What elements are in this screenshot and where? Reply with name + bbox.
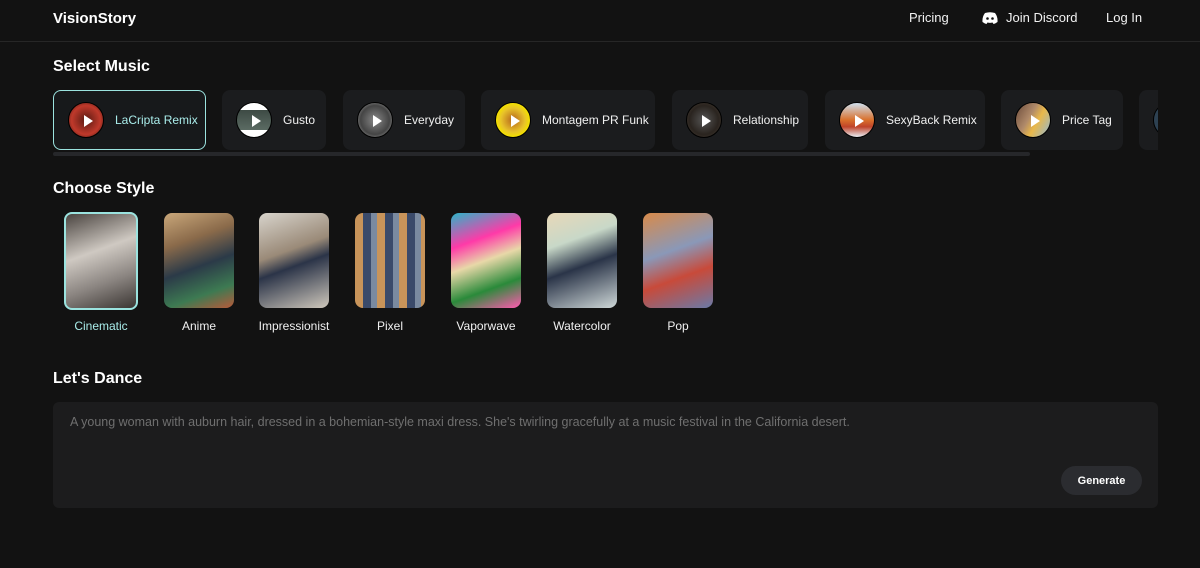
music-label: Price Tag (1062, 113, 1112, 127)
style-label: Cinematic (74, 319, 128, 333)
choose-style-heading: Choose Style (53, 180, 155, 197)
style-anime[interactable]: Anime (164, 213, 234, 333)
login-link[interactable]: Log In (1106, 10, 1142, 25)
style-impressionist[interactable]: Impressionist (259, 213, 329, 333)
music-label: SexyBack Remix (886, 113, 977, 127)
style-label: Pop (667, 319, 689, 333)
top-nav: VisionStory Pricing Join Discord Log In (0, 0, 1200, 42)
pricing-label: Pricing (909, 10, 949, 25)
play-icon (68, 102, 104, 138)
music-label: LaCripta Remix (115, 113, 198, 127)
music-scrollbar[interactable] (53, 152, 1030, 156)
style-cinematic[interactable]: Cinematic (64, 212, 138, 333)
discord-icon (982, 11, 998, 24)
play-icon (839, 102, 875, 138)
logo[interactable]: VisionStory (53, 10, 136, 27)
play-icon (1015, 102, 1051, 138)
music-label: Relationship (733, 113, 800, 127)
join-discord-link[interactable]: Join Discord (982, 10, 1078, 25)
prompt-input[interactable]: A young woman with auburn hair, dressed … (53, 402, 1158, 508)
play-icon (495, 102, 531, 138)
music-card-relationship[interactable]: Relationship (672, 90, 808, 150)
style-watercolor[interactable]: Watercolor (547, 213, 617, 333)
style-label: Impressionist (258, 319, 330, 333)
music-card-more[interactable] (1139, 90, 1158, 150)
style-thumbnail (259, 213, 329, 308)
play-icon (357, 102, 393, 138)
style-pop[interactable]: Pop (643, 213, 713, 333)
music-card-sexyback[interactable]: SexyBack Remix (825, 90, 985, 150)
music-card-lacripta[interactable]: LaCripta Remix (53, 90, 206, 150)
music-card-price-tag[interactable]: Price Tag (1001, 90, 1123, 150)
music-label: Gusto (283, 113, 316, 127)
style-thumbnail (355, 213, 425, 308)
style-label: Pixel (376, 319, 403, 333)
play-icon (686, 102, 722, 138)
style-pixel[interactable]: Pixel (355, 213, 425, 333)
music-list: LaCripta Remix Gusto Everyday Montagem P… (53, 90, 1158, 150)
music-card-gusto[interactable]: Gusto (222, 90, 326, 150)
music-card-everyday[interactable]: Everyday (343, 90, 465, 150)
style-thumbnail (547, 213, 617, 308)
lets-dance-heading: Let's Dance (53, 370, 143, 387)
discord-label: Join Discord (1006, 10, 1078, 25)
style-thumbnail (164, 213, 234, 308)
music-label: Montagem PR Funk (542, 113, 649, 127)
music-label: Everyday (404, 113, 455, 127)
style-label: Watercolor (553, 319, 611, 333)
style-thumbnail (64, 212, 138, 310)
prompt-placeholder: A young woman with auburn hair, dressed … (70, 415, 850, 429)
play-icon (236, 102, 272, 138)
music-card-montagem[interactable]: Montagem PR Funk (481, 90, 655, 150)
album-art (1153, 102, 1158, 138)
login-label: Log In (1106, 10, 1143, 25)
style-vaporwave[interactable]: Vaporwave (451, 213, 521, 333)
style-label: Anime (181, 319, 216, 333)
style-label: Vaporwave (456, 319, 516, 333)
pricing-link[interactable]: Pricing (909, 10, 949, 25)
select-music-heading: Select Music (53, 58, 150, 75)
style-thumbnail (451, 213, 521, 308)
style-thumbnail (643, 213, 713, 308)
generate-button[interactable]: Generate (1061, 466, 1142, 495)
